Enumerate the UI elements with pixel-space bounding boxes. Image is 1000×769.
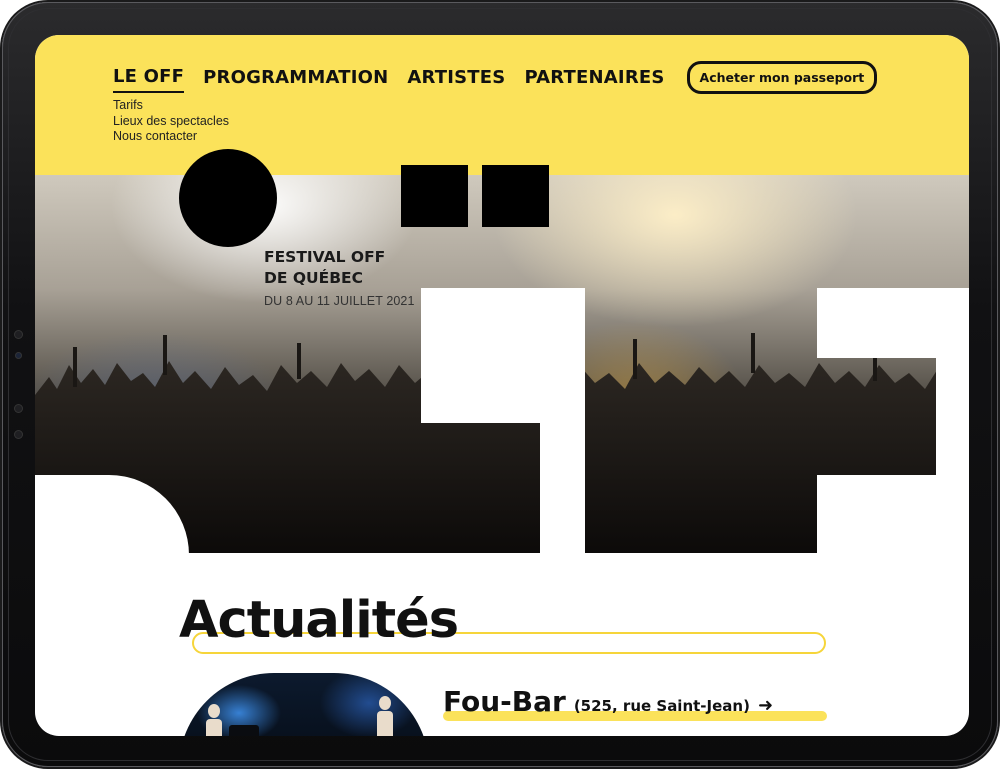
hero-mask [817, 288, 969, 358]
news-image[interactable] [179, 673, 429, 736]
subnav-item-tarifs[interactable]: Tarifs [113, 98, 229, 114]
nav-item-partenaires[interactable]: PARTENAIRES [524, 67, 664, 92]
festival-title: FESTIVAL OFF DE QUÉBEC [264, 248, 386, 287]
hero: FESTIVAL OFF DE QUÉBEC DU 8 AU 11 JUILLE… [35, 149, 969, 555]
nav-item-artistes[interactable]: ARTISTES [407, 67, 505, 92]
volume-dot [14, 404, 23, 413]
subnav-item-contact[interactable]: Nous contacter [113, 129, 229, 145]
ipad-frame: LE OFF PROGRAMMATION ARTISTES PARTENAIRE… [2, 2, 998, 767]
logo-ff-letter [401, 165, 468, 227]
site-header: LE OFF PROGRAMMATION ARTISTES PARTENAIRE… [35, 35, 969, 175]
buy-pass-button[interactable]: Acheter mon passeport [686, 61, 878, 94]
stage-silhouette [206, 696, 393, 736]
subnav-item-lieux[interactable]: Lieux des spectacles [113, 114, 229, 130]
hero-mask [540, 288, 585, 555]
screen: LE OFF PROGRAMMATION ARTISTES PARTENAIRE… [35, 35, 969, 736]
sub-nav: Tarifs Lieux des spectacles Nous contact… [113, 98, 229, 145]
main-nav: LE OFF PROGRAMMATION ARTISTES PARTENAIRE… [113, 61, 878, 94]
nav-item-le-off[interactable]: LE OFF [113, 66, 185, 93]
venue-link[interactable]: Fou-Bar (525, rue Saint-Jean) ➜ [443, 685, 827, 721]
news-heading: Actualités [179, 591, 459, 650]
hero-mask [817, 475, 969, 555]
venue-name: Fou-Bar [443, 685, 566, 718]
arrow-right-icon: ➜ [757, 695, 774, 716]
volume-dot [14, 430, 23, 439]
camera-dot [14, 330, 23, 339]
venue-address: (525, rue Saint-Jean) [573, 697, 750, 715]
logo-circle [179, 149, 277, 247]
nav-item-programmation[interactable]: PROGRAMMATION [203, 67, 388, 92]
sensor-dot [15, 352, 22, 359]
logo-ff-letter [482, 165, 549, 227]
hero-mask [421, 288, 540, 423]
festival-dates: DU 8 AU 11 JUILLET 2021 [264, 294, 415, 308]
